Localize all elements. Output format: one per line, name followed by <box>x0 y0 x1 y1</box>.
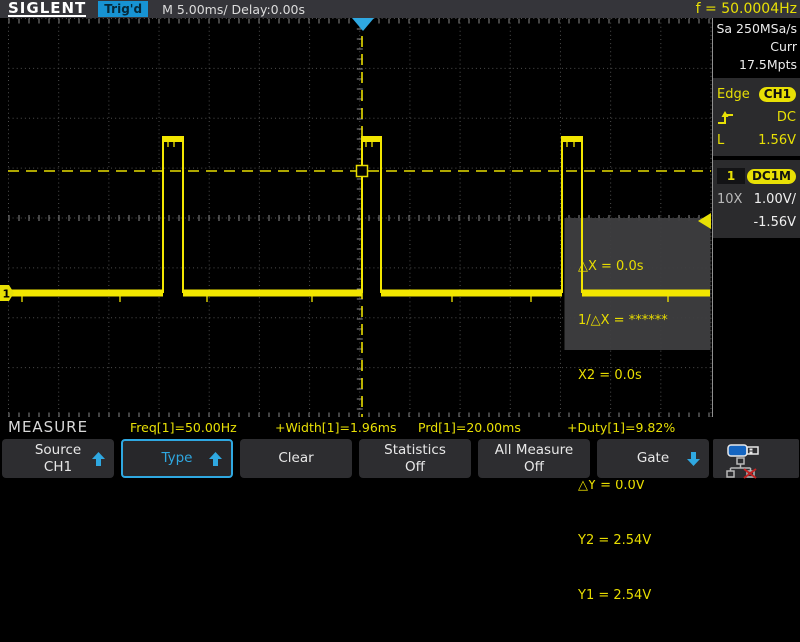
button-label: All Measure <box>495 442 573 459</box>
menu-button-type[interactable]: Type <box>121 439 233 478</box>
frequency-counter: f = 50.0004Hz <box>696 0 797 18</box>
measure-period: Prd[1]=20.00ms <box>418 420 521 435</box>
cursor-x2: X2 = 0.0s <box>578 367 710 385</box>
measure-title: MEASURE <box>8 418 88 436</box>
trigger-source-badge: CH1 <box>759 87 796 102</box>
button-value: Off <box>524 459 544 476</box>
menu-button-source[interactable]: Source CH1 <box>2 439 114 478</box>
rising-edge-icon <box>717 110 735 125</box>
top-status-bar: SIGLENT Trig'd M 5.00ms/ Delay:0.00s f =… <box>0 0 800 18</box>
memory-depth: Curr 17.5Mpts <box>713 38 797 74</box>
cursor-y2: Y2 = 2.54V <box>578 532 710 550</box>
channel-info-box[interactable]: 1 DC1M 10X 1.00V/ -1.56V <box>713 160 800 238</box>
measure-duty: +Duty[1]=9.82% <box>567 420 675 435</box>
trigger-level-label: L <box>717 133 724 148</box>
probe-attenuation: 10X <box>717 192 742 207</box>
menu-button-clear[interactable]: Clear <box>240 439 352 478</box>
acquisition-info: Sa 250MSa/s Curr 17.5Mpts <box>713 18 800 74</box>
button-label: Type <box>161 450 192 467</box>
button-label: Gate <box>637 450 669 467</box>
svg-text:1: 1 <box>3 288 11 301</box>
trigger-status-badge: Trig'd <box>98 1 148 17</box>
status-icon-panel <box>713 439 799 478</box>
measure-freq: Freq[1]=50.00Hz <box>130 420 237 435</box>
menu-button-all-measure[interactable]: All Measure Off <box>478 439 590 478</box>
channel-offset: -1.56V <box>753 215 796 230</box>
oscilloscope-screen: { "topbar": { "brand": "SIGLENT", "trig_… <box>0 0 800 480</box>
soft-menu-bar: Source CH1 Type Clear Statistics Off All… <box>0 437 800 480</box>
button-label: Statistics <box>384 442 446 459</box>
lan-disconnected-icon <box>726 457 760 479</box>
up-arrow-icon <box>209 452 222 466</box>
siglent-logo: SIGLENT <box>8 1 86 17</box>
up-arrow-icon <box>92 452 105 466</box>
button-value: CH1 <box>44 459 72 476</box>
volts-per-div: 1.00V/ <box>754 192 796 207</box>
waveform-display-area: 1 △X = 0.0s 1/△X = ****** X2 = 0.0s X1 =… <box>0 18 712 418</box>
button-value: Off <box>405 459 425 476</box>
ch1-level-marker[interactable]: 1 <box>0 285 14 301</box>
trigger-position-marker[interactable] <box>352 18 374 31</box>
menu-button-gate[interactable]: Gate <box>597 439 709 478</box>
sample-rate: Sa 250MSa/s <box>713 20 797 38</box>
button-label: Source <box>35 442 81 459</box>
down-arrow-icon <box>687 452 700 466</box>
trigger-level-value: 1.56V <box>758 133 796 148</box>
measure-bar: MEASURE Freq[1]=50.00Hz +Width[1]=1.96ms… <box>0 417 800 437</box>
trigger-mode: Edge <box>717 87 750 102</box>
trigger-info-box[interactable]: Edge CH1 DC L 1.56V <box>713 78 800 156</box>
channel-coupling-badge: DC1M <box>747 169 796 184</box>
cursor-inv-delta-x: 1/△X = ****** <box>578 312 710 330</box>
channel-number-badge: 1 <box>717 168 745 184</box>
measure-width: +Width[1]=1.96ms <box>275 420 397 435</box>
button-label: Clear <box>278 450 313 467</box>
cursor-handle-square[interactable] <box>357 166 368 177</box>
right-sidebar: Sa 250MSa/s Curr 17.5Mpts Edge CH1 DC L … <box>712 18 800 418</box>
cursor-delta-x: △X = 0.0s <box>578 258 710 276</box>
timebase-readout: M 5.00ms/ Delay:0.00s <box>162 2 305 17</box>
trigger-coupling: DC <box>777 110 796 125</box>
cursor-y1: Y1 = 2.54V <box>578 587 710 605</box>
menu-button-statistics[interactable]: Statistics Off <box>359 439 471 478</box>
